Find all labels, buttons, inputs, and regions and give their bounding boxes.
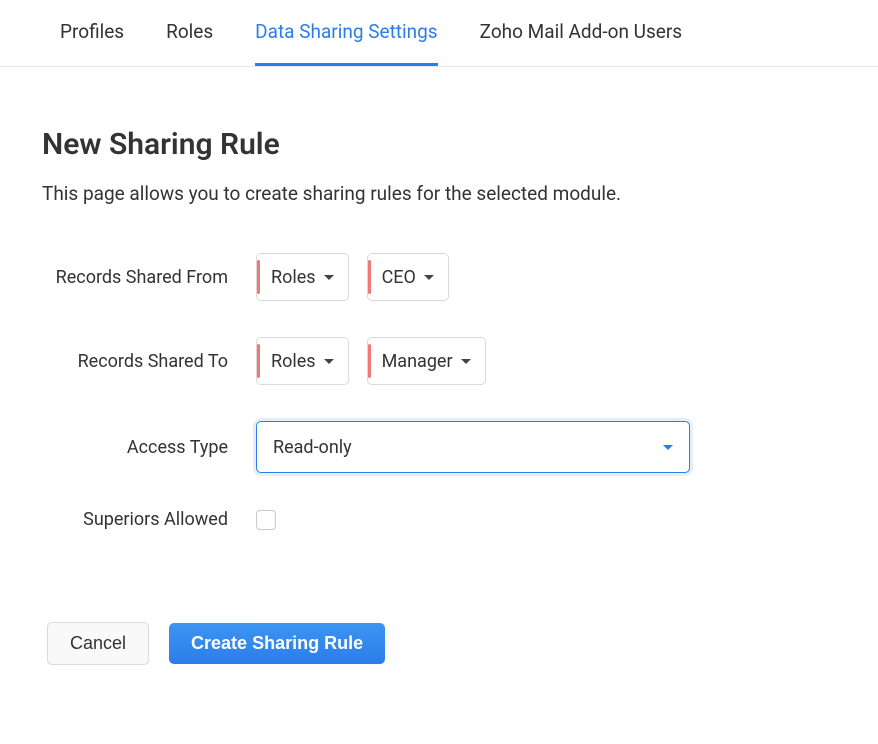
select-shared-from-role[interactable]: CEO bbox=[367, 253, 449, 301]
select-access-type-value: Read-only bbox=[273, 437, 352, 458]
chevron-down-icon bbox=[663, 445, 673, 450]
cancel-button[interactable]: Cancel bbox=[47, 622, 149, 665]
row-access-type: Access Type Read-only bbox=[42, 421, 836, 473]
select-shared-to-type-value: Roles bbox=[271, 351, 316, 372]
chevron-down-icon bbox=[324, 275, 334, 280]
select-shared-from-type-value: Roles bbox=[271, 267, 316, 288]
required-indicator bbox=[368, 344, 371, 378]
label-superiors-allowed: Superiors Allowed bbox=[42, 509, 256, 530]
row-superiors-allowed: Superiors Allowed bbox=[42, 509, 836, 530]
select-shared-from-type[interactable]: Roles bbox=[256, 253, 349, 301]
label-access-type: Access Type bbox=[42, 437, 256, 458]
select-shared-to-role-value: Manager bbox=[382, 351, 453, 372]
tabs-bar: Profiles Roles Data Sharing Settings Zoh… bbox=[0, 0, 878, 67]
content-area: New Sharing Rule This page allows you to… bbox=[0, 67, 878, 665]
create-sharing-rule-button[interactable]: Create Sharing Rule bbox=[169, 623, 385, 664]
checkbox-superiors-allowed[interactable] bbox=[256, 510, 276, 530]
action-bar: Cancel Create Sharing Rule bbox=[42, 622, 836, 665]
page-description: This page allows you to create sharing r… bbox=[42, 182, 836, 205]
chevron-down-icon bbox=[461, 359, 471, 364]
required-indicator bbox=[257, 260, 260, 294]
select-shared-from-role-value: CEO bbox=[382, 267, 416, 288]
select-access-type[interactable]: Read-only bbox=[256, 421, 690, 473]
label-records-shared-from: Records Shared From bbox=[42, 267, 256, 288]
tab-roles[interactable]: Roles bbox=[166, 0, 213, 66]
select-shared-to-type[interactable]: Roles bbox=[256, 337, 349, 385]
required-indicator bbox=[257, 344, 260, 378]
tab-data-sharing-settings[interactable]: Data Sharing Settings bbox=[255, 0, 437, 66]
row-records-shared-to: Records Shared To Roles Manager bbox=[42, 337, 836, 385]
required-indicator bbox=[368, 260, 371, 294]
label-records-shared-to: Records Shared To bbox=[42, 351, 256, 372]
tab-profiles[interactable]: Profiles bbox=[60, 0, 124, 66]
tab-zoho-mail-addon-users[interactable]: Zoho Mail Add-on Users bbox=[480, 0, 682, 66]
page-title: New Sharing Rule bbox=[42, 127, 836, 162]
select-shared-to-role[interactable]: Manager bbox=[367, 337, 486, 385]
row-records-shared-from: Records Shared From Roles CEO bbox=[42, 253, 836, 301]
chevron-down-icon bbox=[424, 275, 434, 280]
chevron-down-icon bbox=[324, 359, 334, 364]
